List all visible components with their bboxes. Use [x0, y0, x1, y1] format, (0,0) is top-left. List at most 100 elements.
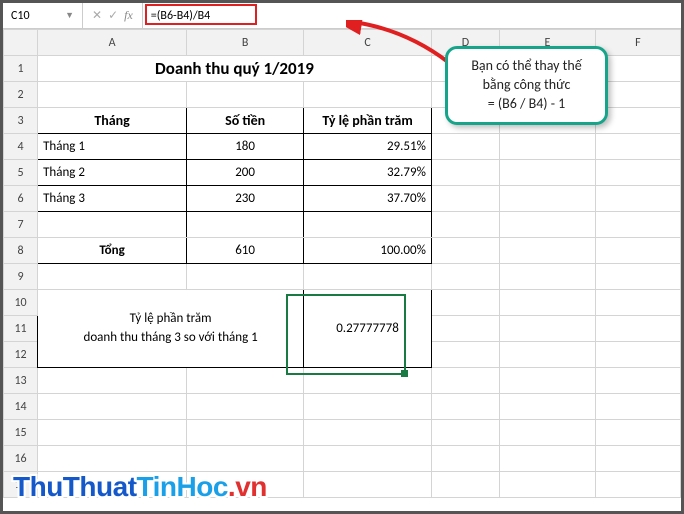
cell-month-1[interactable]: Tháng 1	[38, 134, 187, 160]
cell-amount-1[interactable]: 180	[187, 134, 304, 160]
cell-D13[interactable]	[431, 368, 499, 394]
cell-month-3[interactable]: Tháng 3	[38, 186, 187, 212]
cell-pct-2[interactable]: 32.79%	[304, 160, 432, 186]
cell-D4[interactable]	[431, 134, 499, 160]
cell-C7[interactable]	[304, 212, 432, 238]
cell-F1[interactable]	[595, 56, 680, 82]
cell-F14[interactable]	[595, 394, 680, 420]
cell-A15[interactable]	[38, 420, 187, 446]
row-header-10[interactable]: 10	[4, 290, 38, 316]
cell-F3[interactable]	[595, 108, 680, 134]
cell-B2[interactable]	[187, 82, 304, 108]
col-header-F[interactable]: F	[595, 30, 680, 56]
cell-F13[interactable]	[595, 368, 680, 394]
cell-C13[interactable]	[304, 368, 432, 394]
cell-A13[interactable]	[38, 368, 187, 394]
cell-A14[interactable]	[38, 394, 187, 420]
cell-A7[interactable]	[38, 212, 187, 238]
cell-amount-3[interactable]: 230	[187, 186, 304, 212]
cell-D7[interactable]	[431, 212, 499, 238]
cell-total-pct[interactable]: 100.00%	[304, 238, 432, 264]
cell-C2[interactable]	[304, 82, 432, 108]
cell-E12[interactable]	[500, 342, 596, 368]
row-header-12[interactable]: 12	[4, 342, 38, 368]
row-header-14[interactable]: 14	[4, 394, 38, 420]
accept-icon[interactable]: ✓	[108, 8, 118, 23]
row-header-3[interactable]: 3	[4, 108, 38, 134]
cell-A2[interactable]	[38, 82, 187, 108]
cell-C9[interactable]	[304, 264, 432, 290]
cell-E10[interactable]	[500, 290, 596, 316]
cell-E8[interactable]	[500, 238, 596, 264]
cell-E15[interactable]	[500, 420, 596, 446]
cell-total-amount[interactable]: 610	[187, 238, 304, 264]
cell-pct-1[interactable]: 29.51%	[304, 134, 432, 160]
fx-icon[interactable]: fx	[124, 8, 133, 23]
cell-C14[interactable]	[304, 394, 432, 420]
cell-E5[interactable]	[500, 160, 596, 186]
cell-D8[interactable]	[431, 238, 499, 264]
cell-B16[interactable]	[187, 446, 304, 472]
merge-label-cell[interactable]: Tỷ lệ phần trăm doanh thu tháng 3 so với…	[38, 290, 304, 368]
name-box-dropdown-icon[interactable]: ▼	[65, 10, 74, 21]
cell-F8[interactable]	[595, 238, 680, 264]
cell-F17[interactable]	[595, 472, 680, 498]
cell-B7[interactable]	[187, 212, 304, 238]
header-percent[interactable]: Tỷ lệ phần trăm	[304, 108, 432, 134]
row-header-4[interactable]: 4	[4, 134, 38, 160]
cell-B15[interactable]	[187, 420, 304, 446]
cell-F16[interactable]	[595, 446, 680, 472]
cell-amount-2[interactable]: 200	[187, 160, 304, 186]
header-month[interactable]: Tháng	[38, 108, 187, 134]
cell-E6[interactable]	[500, 186, 596, 212]
cell-D9[interactable]	[431, 264, 499, 290]
cell-B9[interactable]	[187, 264, 304, 290]
cell-F5[interactable]	[595, 160, 680, 186]
cell-D12[interactable]	[431, 342, 499, 368]
row-header-6[interactable]: 6	[4, 186, 38, 212]
row-header-2[interactable]: 2	[4, 82, 38, 108]
row-header-1[interactable]: 1	[4, 56, 38, 82]
select-all-corner[interactable]	[4, 30, 38, 56]
title-cell[interactable]: Doanh thu quý 1/2019	[38, 56, 432, 82]
cell-F2[interactable]	[595, 82, 680, 108]
row-header-15[interactable]: 15	[4, 420, 38, 446]
cell-E13[interactable]	[500, 368, 596, 394]
formula-input[interactable]: =(B6-B4)/B4	[143, 3, 681, 28]
cell-D16[interactable]	[431, 446, 499, 472]
cell-C16[interactable]	[304, 446, 432, 472]
merge-value-cell[interactable]: 0.27777778	[304, 290, 432, 368]
cell-C15[interactable]	[304, 420, 432, 446]
cell-D5[interactable]	[431, 160, 499, 186]
cell-E9[interactable]	[500, 264, 596, 290]
cell-E17[interactable]	[500, 472, 596, 498]
cell-E14[interactable]	[500, 394, 596, 420]
cell-E11[interactable]	[500, 316, 596, 342]
row-header-8[interactable]: 8	[4, 238, 38, 264]
cell-D6[interactable]	[431, 186, 499, 212]
cell-D14[interactable]	[431, 394, 499, 420]
row-header-9[interactable]: 9	[4, 264, 38, 290]
cell-F7[interactable]	[595, 212, 680, 238]
cell-C17[interactable]	[304, 472, 432, 498]
cell-E16[interactable]	[500, 446, 596, 472]
col-header-A[interactable]: A	[38, 30, 187, 56]
cell-A9[interactable]	[38, 264, 187, 290]
cell-pct-3[interactable]: 37.70%	[304, 186, 432, 212]
col-header-B[interactable]: B	[187, 30, 304, 56]
cell-F12[interactable]	[595, 342, 680, 368]
cell-F10[interactable]	[595, 290, 680, 316]
row-header-5[interactable]: 5	[4, 160, 38, 186]
cell-month-2[interactable]: Tháng 2	[38, 160, 187, 186]
row-header-16[interactable]: 16	[4, 446, 38, 472]
cell-E4[interactable]	[500, 134, 596, 160]
cancel-icon[interactable]: ✕	[92, 8, 102, 23]
row-header-13[interactable]: 13	[4, 368, 38, 394]
cell-E7[interactable]	[500, 212, 596, 238]
cell-D15[interactable]	[431, 420, 499, 446]
cell-B14[interactable]	[187, 394, 304, 420]
cell-F6[interactable]	[595, 186, 680, 212]
cell-total-label[interactable]: Tổng	[38, 238, 187, 264]
cell-B13[interactable]	[187, 368, 304, 394]
header-amount[interactable]: Số tiền	[187, 108, 304, 134]
